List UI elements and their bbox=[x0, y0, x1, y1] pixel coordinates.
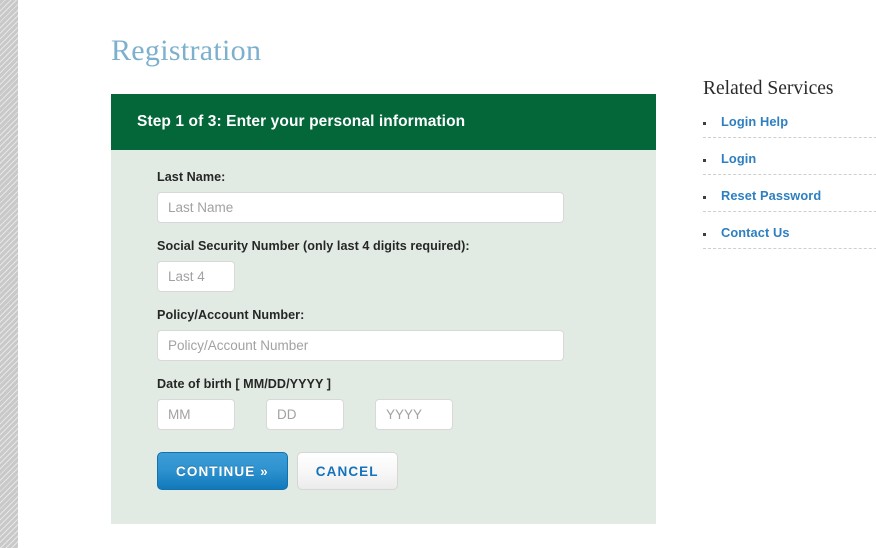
ssn-label: Social Security Number (only last 4 digi… bbox=[157, 239, 470, 254]
step-header-banner: Step 1 of 3: Enter your personal informa… bbox=[111, 94, 656, 151]
registration-form-panel: Step 1 of 3: Enter your personal informa… bbox=[111, 94, 656, 525]
policy-account-number-label: Policy/Account Number: bbox=[157, 308, 305, 323]
date-of-birth-label: Date of birth [ MM/DD/YYYY ] bbox=[157, 377, 331, 392]
related-services-list: Login Help Login Reset Password Contact … bbox=[685, 99, 876, 261]
page-title: Registration bbox=[111, 34, 262, 67]
dob-year-input[interactable] bbox=[375, 399, 453, 431]
cancel-button[interactable]: CANCEL bbox=[296, 452, 398, 491]
last-name-label: Last Name: bbox=[157, 170, 226, 185]
form-body: Last Name: Social Security Number (only … bbox=[111, 150, 656, 524]
form-button-row: CONTINUE » CANCEL bbox=[157, 452, 630, 491]
related-services-sidebar: Related Services Login Help Login Reset … bbox=[685, 0, 876, 261]
list-separator bbox=[703, 137, 876, 139]
list-separator bbox=[703, 174, 876, 176]
list-item: Login bbox=[685, 150, 876, 187]
date-of-birth-inputs-row bbox=[157, 399, 630, 431]
dob-month-input[interactable] bbox=[157, 399, 235, 431]
main-content-column: Registration bbox=[111, 0, 656, 67]
related-link-login[interactable]: Login bbox=[721, 152, 756, 166]
related-link-login-help[interactable]: Login Help bbox=[721, 115, 788, 129]
ssn-last4-input[interactable] bbox=[157, 261, 235, 293]
list-item: Login Help bbox=[685, 113, 876, 150]
continue-button[interactable]: CONTINUE » bbox=[157, 452, 288, 491]
field-group-ssn: Social Security Number (only last 4 digi… bbox=[157, 239, 630, 293]
field-group-policy-number: Policy/Account Number: bbox=[157, 308, 630, 362]
policy-account-number-input[interactable] bbox=[157, 330, 564, 362]
field-group-date-of-birth: Date of birth [ MM/DD/YYYY ] bbox=[157, 377, 630, 431]
related-link-reset-password[interactable]: Reset Password bbox=[721, 189, 821, 203]
page-canvas: Registration Step 1 of 3: Enter your per… bbox=[18, 0, 876, 548]
list-item: Reset Password bbox=[685, 187, 876, 224]
list-separator bbox=[703, 211, 876, 213]
related-services-title: Related Services bbox=[703, 78, 834, 99]
last-name-input[interactable] bbox=[157, 192, 564, 224]
left-edge-stripe-decoration bbox=[0, 0, 18, 548]
field-group-last-name: Last Name: bbox=[157, 170, 630, 224]
list-item: Contact Us bbox=[685, 224, 876, 261]
related-link-contact-us[interactable]: Contact Us bbox=[721, 226, 790, 240]
dob-day-input[interactable] bbox=[266, 399, 344, 431]
list-separator bbox=[703, 248, 876, 250]
